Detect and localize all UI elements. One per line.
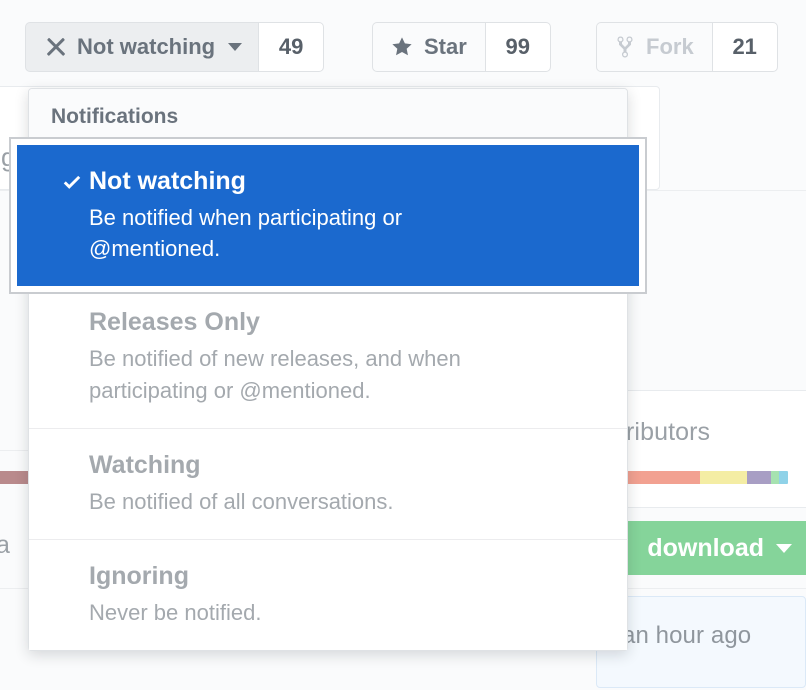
watch-button-group[interactable]: Not watching 49 — [25, 22, 325, 72]
watch-button[interactable]: Not watching — [25, 22, 259, 72]
check-icon — [61, 171, 83, 193]
dropdown-item-description: Be notified of all conversations. — [89, 488, 394, 514]
watch-button-label: Not watching — [77, 34, 216, 59]
fork-icon — [615, 35, 635, 59]
dropdown-item-title: Ignoring — [89, 562, 189, 591]
dropdown-item-title: Releases Only — [89, 308, 260, 337]
fork-count[interactable]: 21 — [711, 22, 778, 72]
dropdown-item-ignoring[interactable]: Ignoring Never be notified. — [29, 540, 627, 651]
dropdown-header: Notifications — [29, 89, 627, 145]
star-icon — [391, 36, 413, 58]
dropdown-item-list: Not watching Be notified when participati… — [17, 145, 639, 651]
dropdown-item-description: Never be notified. — [89, 600, 262, 626]
watch-count[interactable]: 49 — [258, 22, 325, 72]
language-bar-segment-3 — [747, 471, 771, 484]
dropdown-item-not-watching[interactable]: Not watching Be notified when participati… — [17, 145, 639, 287]
dropdown-item-description: Be notified of new releases, and when pa… — [89, 346, 461, 403]
chevron-down-icon — [228, 43, 243, 51]
dropdown-item-title: Watching — [89, 450, 201, 479]
dropdown-item-releases-only[interactable]: Releases Only Be notified of new releases… — [29, 286, 627, 429]
dropdown-item-watching[interactable]: Watching Be notified of all conversations… — [29, 428, 627, 541]
background-text-release-fragment: ea — [0, 531, 11, 559]
background-text-signup-fragment: sig — [0, 142, 16, 172]
language-bar — [622, 471, 788, 484]
background-text-timestamp: an hour ago — [622, 622, 752, 649]
language-bar-segment-4 — [771, 471, 779, 484]
x-icon — [46, 37, 66, 57]
background-text-contributors: ributors — [626, 418, 711, 446]
fork-button-label: Fork — [646, 34, 694, 59]
background-contributors-card — [600, 390, 806, 508]
page-root: sig ea ributors download an hour ago Not… — [0, 0, 806, 690]
fork-button-group[interactable]: Fork 21 — [596, 22, 778, 72]
language-bar-segment-5 — [779, 471, 788, 484]
language-bar-segment-2 — [700, 471, 747, 484]
star-button-group[interactable]: Star 99 — [372, 22, 551, 72]
download-button-label: download — [647, 533, 764, 562]
star-button[interactable]: Star — [372, 22, 485, 72]
star-count[interactable]: 99 — [484, 22, 551, 72]
language-bar-segment-1 — [622, 471, 700, 484]
star-button-label: Star — [424, 34, 467, 59]
watch-dropdown-menu: Notifications Not watching Be notified wh… — [17, 88, 639, 652]
dropdown-item-description: Be notified when participating or @menti… — [89, 205, 403, 262]
chevron-down-icon — [776, 543, 792, 553]
fork-button[interactable]: Fork — [596, 22, 712, 72]
dropdown-item-title: Not watching — [89, 167, 246, 195]
